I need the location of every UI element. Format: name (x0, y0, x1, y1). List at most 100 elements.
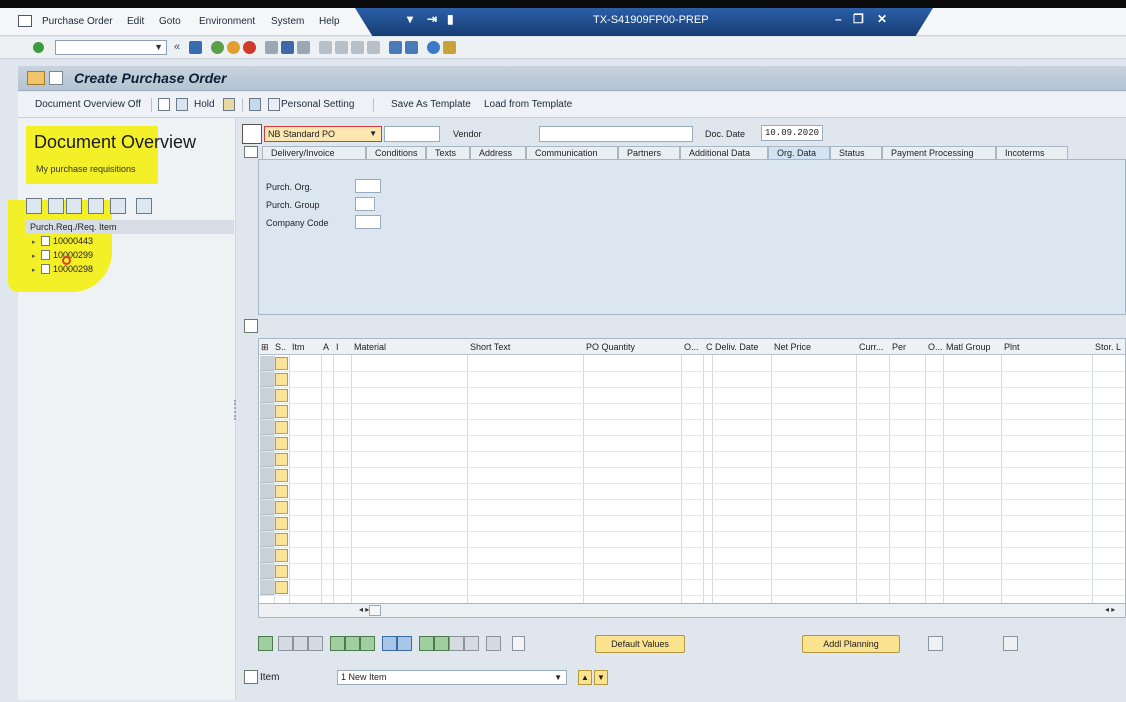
menu-environment[interactable]: Environment (199, 16, 255, 27)
back-icon[interactable] (211, 41, 224, 54)
layout-icon[interactable] (443, 41, 456, 54)
forward-icon[interactable] (1003, 636, 1018, 651)
status-checkbox[interactable] (275, 389, 288, 402)
status-checkbox[interactable] (275, 517, 288, 530)
status-checkbox[interactable] (275, 469, 288, 482)
select-all-icon[interactable] (330, 636, 345, 651)
status-checkbox[interactable] (275, 501, 288, 514)
refresh-icon[interactable] (66, 198, 82, 214)
company-code-field[interactable] (355, 215, 381, 229)
insert-row-icon[interactable] (278, 636, 293, 651)
filter-icon[interactable] (419, 636, 434, 651)
document-icon[interactable] (512, 636, 525, 651)
menu-edit[interactable]: Edit (127, 16, 144, 27)
tab-communication[interactable]: Communication (526, 146, 618, 160)
purch-group-field[interactable] (355, 197, 375, 211)
menu-icon[interactable] (18, 15, 32, 27)
sort-desc-icon[interactable] (397, 636, 412, 651)
column-header[interactable]: Matl Group (946, 342, 991, 352)
status-checkbox[interactable] (275, 581, 288, 594)
settings-icon[interactable] (268, 98, 280, 111)
item-select[interactable]: 1 New Item ▼ (337, 670, 567, 685)
vendor-field[interactable] (539, 126, 693, 142)
copy-icon[interactable] (176, 98, 188, 111)
next-page-icon[interactable] (351, 41, 364, 54)
sum-icon[interactable] (434, 636, 449, 651)
personal-setting-button[interactable]: Personal Setting (281, 99, 354, 110)
table-scrollbar[interactable]: ◂ ▸ ◂ ▸ (258, 604, 1126, 618)
scroll-thumb[interactable] (369, 605, 381, 616)
my-requisitions-selector[interactable]: My purchase requisitions (36, 164, 136, 174)
create-icon[interactable] (158, 98, 170, 111)
row-selector[interactable] (260, 388, 274, 403)
print-icon[interactable] (265, 41, 278, 54)
tab-partners[interactable]: Partners (618, 146, 680, 160)
row-selector[interactable] (260, 484, 274, 499)
row-selector[interactable] (260, 356, 274, 371)
row-selector[interactable] (260, 500, 274, 515)
column-header[interactable]: S.. (275, 342, 286, 352)
column-header[interactable]: PO Quantity (586, 342, 635, 352)
purch-org-field[interactable] (355, 179, 381, 193)
find-next-icon[interactable] (297, 41, 310, 54)
status-checkbox[interactable] (275, 565, 288, 578)
shortcut-icon[interactable] (405, 41, 418, 54)
select-icon[interactable] (26, 198, 42, 214)
save-as-template-button[interactable]: Save As Template (391, 99, 471, 110)
menu-purchase-order[interactable]: Purchase Order (42, 16, 113, 27)
column-header[interactable]: Per (892, 342, 906, 352)
restore-icon[interactable]: ❐ (853, 12, 864, 26)
subtotal-icon[interactable] (449, 636, 464, 651)
next-item-button[interactable]: ▼ (594, 670, 608, 685)
previous-page-icon[interactable] (335, 41, 348, 54)
row-selector[interactable] (260, 564, 274, 579)
column-header[interactable]: Itm (292, 342, 305, 352)
scroll-left-icon[interactable]: ◂ ▸ (359, 605, 369, 614)
layout-icon[interactable] (110, 198, 126, 214)
column-header[interactable]: Short Text (470, 342, 510, 352)
layout-icon[interactable] (486, 636, 501, 651)
status-checkbox[interactable] (275, 357, 288, 370)
row-selector[interactable] (260, 516, 274, 531)
status-checkbox[interactable] (275, 485, 288, 498)
delete-row-icon[interactable] (293, 636, 308, 651)
status-checkbox[interactable] (275, 421, 288, 434)
status-checkbox[interactable] (275, 405, 288, 418)
chevron-down-icon[interactable]: ▼ (369, 127, 377, 141)
tab-incoterms[interactable]: Incoterms (996, 146, 1068, 160)
scroll-right-icon[interactable]: ◂ ▸ (1105, 605, 1115, 614)
tab-conditions[interactable]: Conditions (366, 146, 426, 160)
column-header[interactable]: Stor. L (1095, 342, 1121, 352)
collapse-items-icon[interactable] (244, 319, 258, 333)
planning-icon[interactable] (928, 636, 943, 651)
collapse-item-detail-icon[interactable] (244, 670, 258, 684)
list-item[interactable]: ▸ 10000443 (32, 236, 93, 246)
row-selector[interactable] (260, 372, 274, 387)
close-icon[interactable]: ✕ (877, 12, 887, 26)
details-icon[interactable] (258, 636, 273, 651)
exit-icon[interactable] (227, 41, 240, 54)
column-header[interactable]: Deliv. Date (715, 342, 758, 352)
tab-status[interactable]: Status (830, 146, 882, 160)
load-from-template-button[interactable]: Load from Template (484, 99, 572, 110)
row-selector[interactable] (260, 532, 274, 547)
expand-icon[interactable]: ▸ (32, 238, 38, 246)
minimize-icon[interactable]: – (835, 12, 842, 26)
command-field[interactable]: ▼ (55, 40, 167, 55)
status-checkbox[interactable] (275, 533, 288, 546)
menu-goto[interactable]: Goto (159, 16, 181, 27)
row-selector[interactable] (260, 468, 274, 483)
row-selector[interactable] (260, 404, 274, 419)
column-header[interactable]: C (706, 342, 713, 352)
check-icon[interactable] (223, 98, 235, 111)
cart-icon[interactable] (242, 124, 262, 144)
pin-icon[interactable]: ⇥ (427, 12, 437, 26)
table-settings-icon[interactable]: ⊞ (261, 342, 269, 353)
menu-help[interactable]: Help (319, 16, 340, 27)
collapse-header-icon[interactable] (244, 146, 258, 158)
first-page-icon[interactable] (319, 41, 332, 54)
document-type-select[interactable]: NB Standard PO ▼ (264, 126, 382, 142)
column-header[interactable]: Net Price (774, 342, 811, 352)
copy-row-icon[interactable] (308, 636, 323, 651)
help-icon[interactable] (427, 41, 440, 54)
